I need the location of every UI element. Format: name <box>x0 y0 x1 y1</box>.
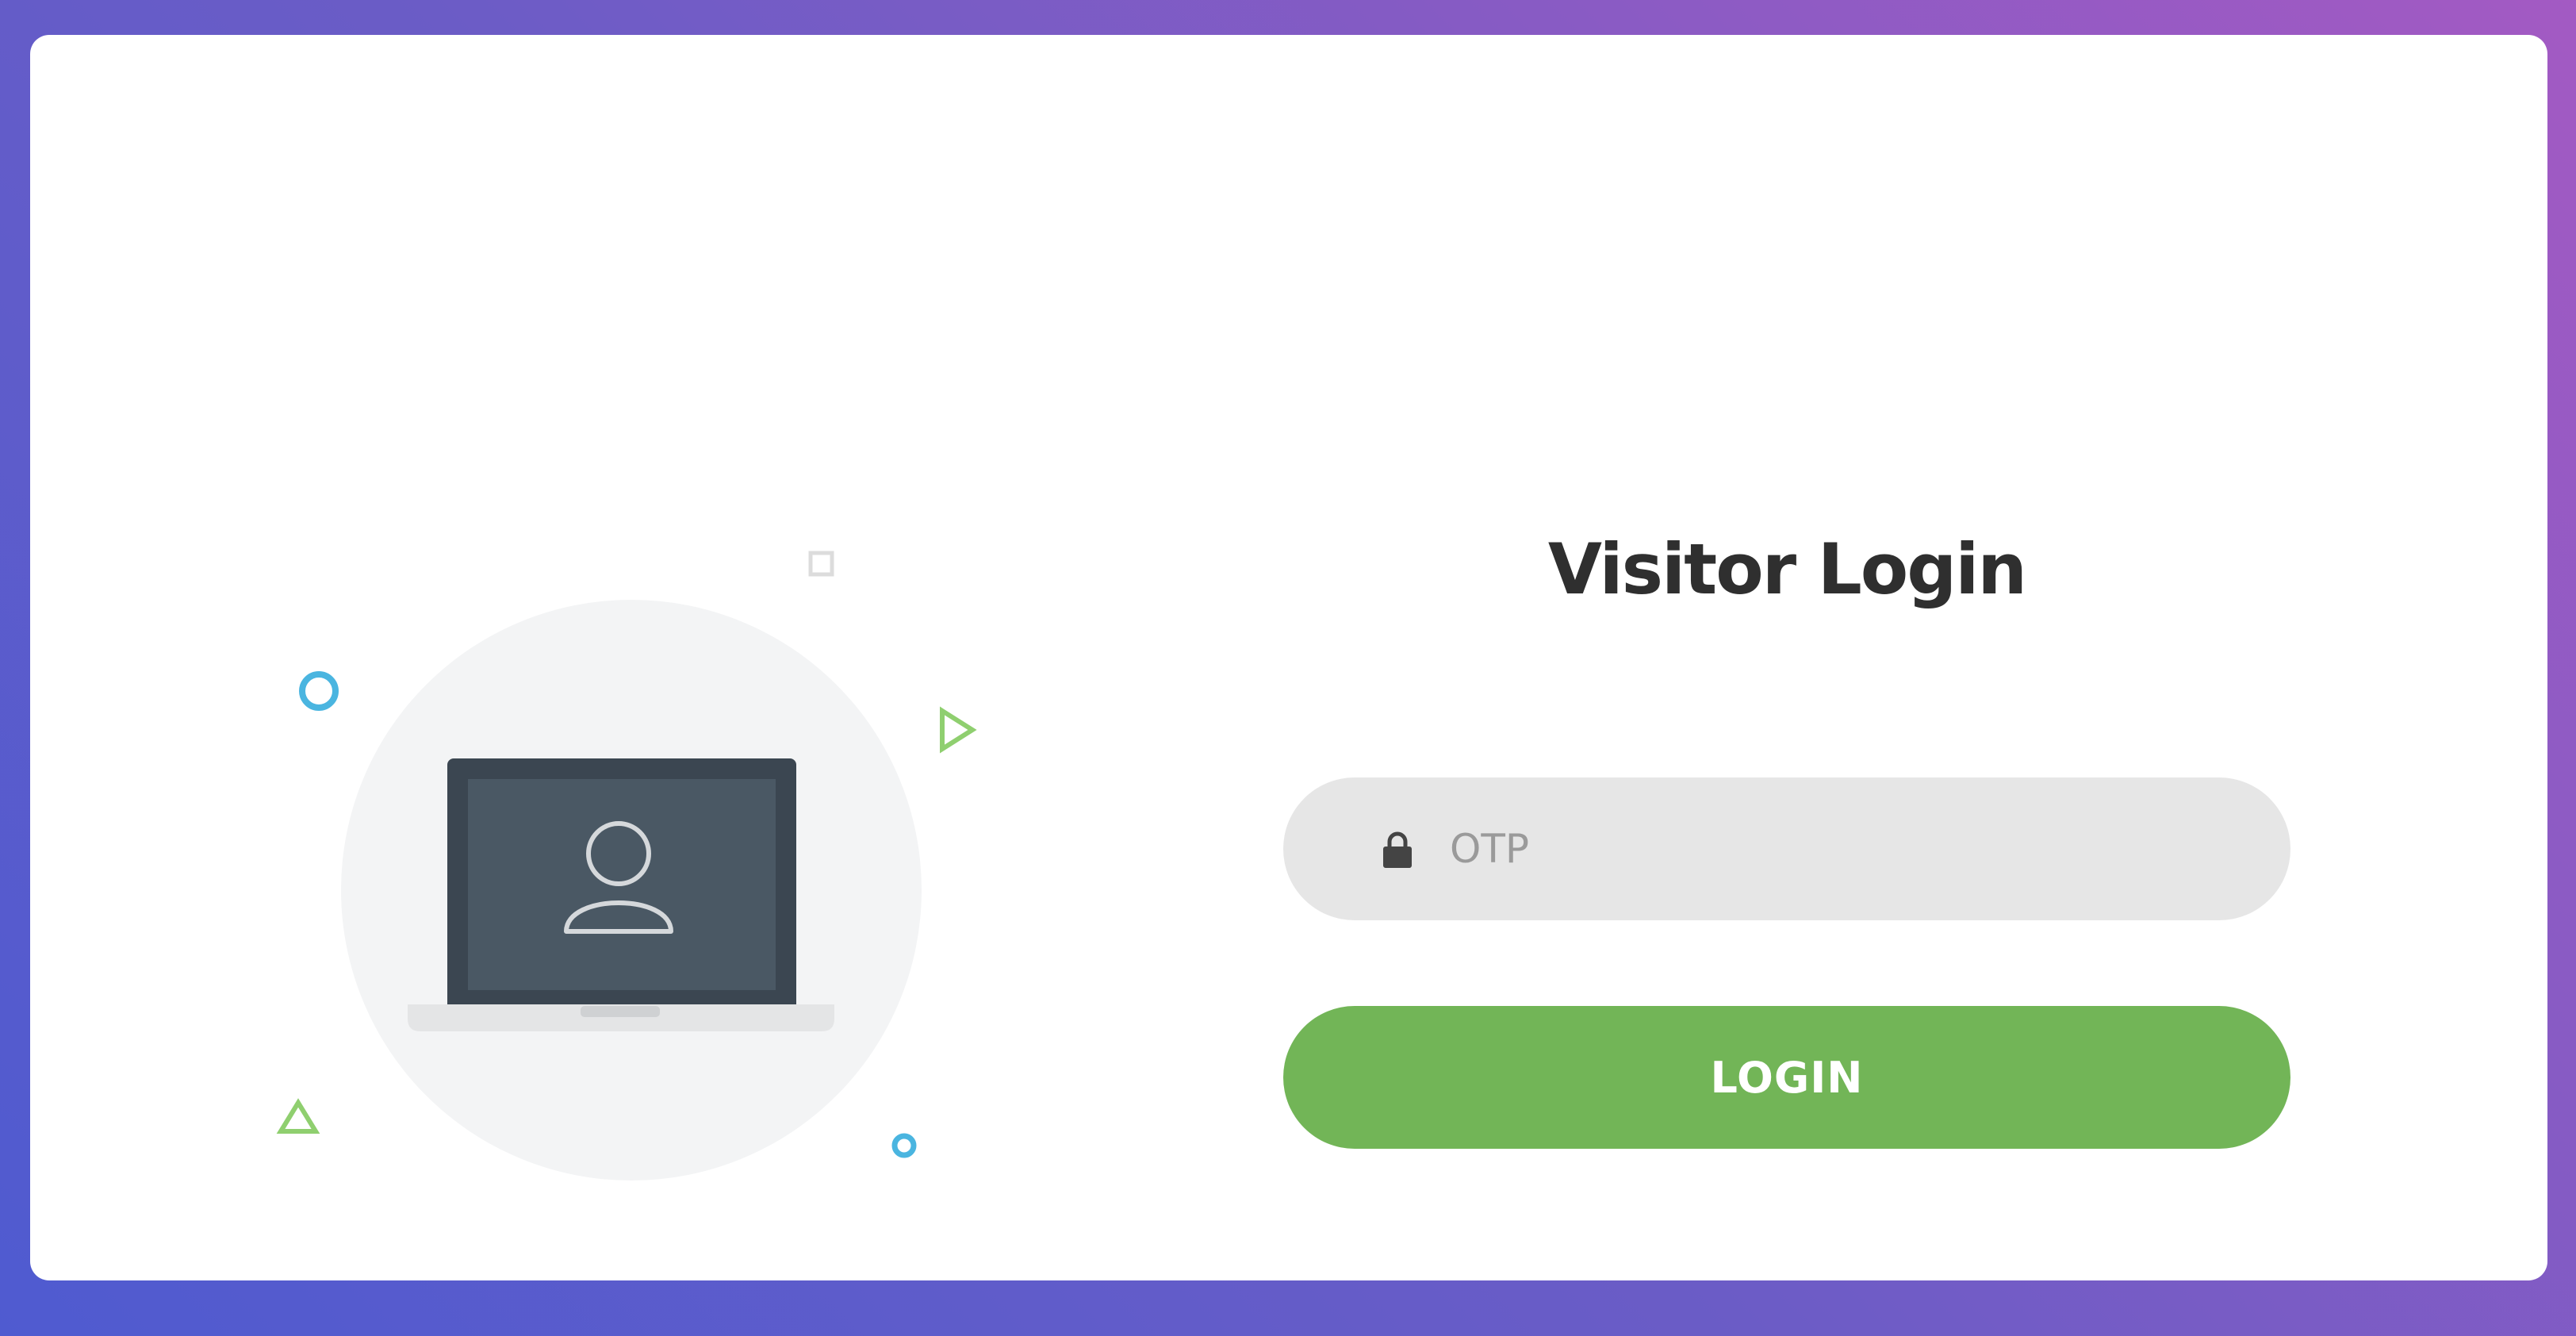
laptop-user-illustration <box>276 551 977 1181</box>
otp-field[interactable] <box>1283 777 2290 920</box>
decor-circle-icon <box>299 671 339 711</box>
login-illustration <box>30 35 1140 1280</box>
otp-input[interactable] <box>1450 777 2243 920</box>
login-form: Visitor Login LOGIN <box>1283 35 2290 1280</box>
login-button[interactable]: LOGIN <box>1283 1006 2290 1149</box>
laptop-icon <box>408 758 834 1031</box>
lock-icon <box>1383 831 1412 868</box>
decor-square-icon <box>808 551 834 577</box>
decor-up-triangle-icon <box>276 1098 320 1134</box>
page-title: Visitor Login <box>1547 528 2027 610</box>
decor-play-triangle-icon <box>940 706 977 754</box>
login-card: Visitor Login LOGIN <box>30 35 2547 1280</box>
decor-small-circle-icon <box>891 1133 917 1158</box>
